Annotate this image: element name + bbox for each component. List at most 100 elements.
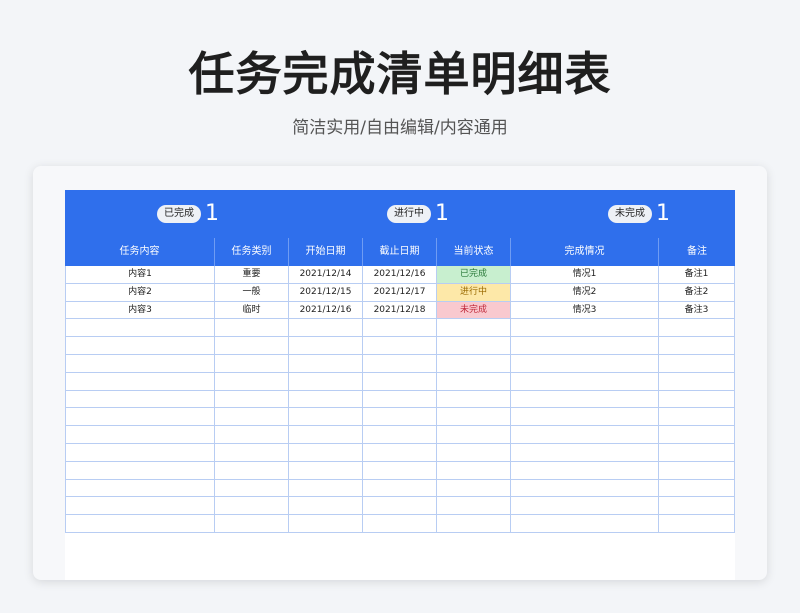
cell-content[interactable]: 内容1	[65, 266, 214, 283]
empty-cell[interactable]	[658, 515, 735, 532]
empty-cell[interactable]	[362, 515, 436, 532]
empty-cell[interactable]	[658, 426, 735, 443]
empty-cell[interactable]	[658, 354, 735, 372]
empty-cell[interactable]	[65, 337, 214, 354]
empty-cell[interactable]	[288, 443, 362, 461]
empty-cell[interactable]	[436, 426, 510, 443]
empty-cell[interactable]	[214, 354, 288, 372]
empty-cell[interactable]	[510, 319, 658, 337]
empty-cell[interactable]	[658, 443, 735, 461]
empty-cell[interactable]	[65, 515, 214, 532]
col-header-content[interactable]: 任务内容	[65, 238, 214, 266]
empty-cell[interactable]	[436, 319, 510, 337]
cell-end-date[interactable]: 2021/12/17	[362, 283, 436, 301]
cell-category[interactable]: 一般	[214, 283, 288, 301]
empty-cell[interactable]	[288, 390, 362, 408]
empty-cell[interactable]	[658, 390, 735, 408]
empty-cell[interactable]	[658, 461, 735, 479]
empty-cell[interactable]	[658, 479, 735, 497]
empty-cell[interactable]	[65, 354, 214, 372]
empty-cell[interactable]	[658, 372, 735, 390]
empty-cell[interactable]	[65, 390, 214, 408]
cell-category[interactable]: 临时	[214, 301, 288, 319]
empty-cell[interactable]	[214, 515, 288, 532]
empty-cell[interactable]	[510, 497, 658, 515]
cell-content[interactable]: 内容2	[65, 283, 214, 301]
empty-cell[interactable]	[510, 479, 658, 497]
empty-cell[interactable]	[658, 408, 735, 426]
col-header-end-date[interactable]: 截止日期	[362, 238, 436, 266]
empty-cell[interactable]	[658, 337, 735, 354]
col-header-status[interactable]: 当前状态	[436, 238, 510, 266]
cell-start-date[interactable]: 2021/12/16	[288, 301, 362, 319]
empty-cell[interactable]	[362, 497, 436, 515]
empty-cell[interactable]	[65, 461, 214, 479]
cell-start-date[interactable]: 2021/12/15	[288, 283, 362, 301]
empty-cell[interactable]	[214, 497, 288, 515]
empty-cell[interactable]	[510, 443, 658, 461]
empty-cell[interactable]	[288, 461, 362, 479]
empty-cell[interactable]	[510, 337, 658, 354]
empty-cell[interactable]	[288, 319, 362, 337]
empty-cell[interactable]	[658, 319, 735, 337]
empty-cell[interactable]	[214, 408, 288, 426]
empty-cell[interactable]	[65, 426, 214, 443]
empty-cell[interactable]	[436, 372, 510, 390]
col-header-progress[interactable]: 完成情况	[510, 238, 658, 266]
cell-category[interactable]: 重要	[214, 266, 288, 283]
empty-cell[interactable]	[288, 426, 362, 443]
empty-cell[interactable]	[288, 354, 362, 372]
cell-status[interactable]: 已完成	[436, 266, 510, 283]
empty-cell[interactable]	[65, 372, 214, 390]
empty-cell[interactable]	[288, 515, 362, 532]
cell-end-date[interactable]: 2021/12/18	[362, 301, 436, 319]
empty-cell[interactable]	[362, 443, 436, 461]
empty-cell[interactable]	[288, 408, 362, 426]
cell-progress[interactable]: 情况3	[510, 301, 658, 319]
empty-cell[interactable]	[510, 515, 658, 532]
empty-cell[interactable]	[214, 372, 288, 390]
empty-cell[interactable]	[65, 443, 214, 461]
empty-cell[interactable]	[362, 408, 436, 426]
empty-cell[interactable]	[288, 479, 362, 497]
cell-content[interactable]: 内容3	[65, 301, 214, 319]
empty-cell[interactable]	[510, 426, 658, 443]
cell-note[interactable]: 备注1	[658, 266, 735, 283]
empty-cell[interactable]	[65, 408, 214, 426]
empty-cell[interactable]	[214, 426, 288, 443]
empty-cell[interactable]	[362, 372, 436, 390]
empty-cell[interactable]	[436, 408, 510, 426]
empty-cell[interactable]	[362, 426, 436, 443]
empty-cell[interactable]	[658, 497, 735, 515]
empty-cell[interactable]	[436, 497, 510, 515]
empty-cell[interactable]	[214, 390, 288, 408]
empty-cell[interactable]	[436, 479, 510, 497]
empty-cell[interactable]	[214, 337, 288, 354]
empty-cell[interactable]	[214, 319, 288, 337]
cell-start-date[interactable]: 2021/12/14	[288, 266, 362, 283]
empty-cell[interactable]	[436, 515, 510, 532]
empty-cell[interactable]	[288, 372, 362, 390]
empty-cell[interactable]	[510, 408, 658, 426]
empty-cell[interactable]	[65, 479, 214, 497]
cell-note[interactable]: 备注3	[658, 301, 735, 319]
empty-cell[interactable]	[65, 319, 214, 337]
cell-note[interactable]: 备注2	[658, 283, 735, 301]
col-header-start-date[interactable]: 开始日期	[288, 238, 362, 266]
empty-cell[interactable]	[436, 354, 510, 372]
empty-cell[interactable]	[510, 390, 658, 408]
cell-status[interactable]: 进行中	[436, 283, 510, 301]
col-header-note[interactable]: 备注	[658, 238, 735, 266]
empty-cell[interactable]	[65, 497, 214, 515]
empty-cell[interactable]	[362, 337, 436, 354]
empty-cell[interactable]	[436, 461, 510, 479]
empty-cell[interactable]	[362, 390, 436, 408]
cell-status[interactable]: 未完成	[436, 301, 510, 319]
empty-cell[interactable]	[362, 479, 436, 497]
cell-end-date[interactable]: 2021/12/16	[362, 266, 436, 283]
empty-cell[interactable]	[362, 354, 436, 372]
col-header-category[interactable]: 任务类别	[214, 238, 288, 266]
cell-progress[interactable]: 情况1	[510, 266, 658, 283]
empty-cell[interactable]	[214, 461, 288, 479]
empty-cell[interactable]	[288, 497, 362, 515]
